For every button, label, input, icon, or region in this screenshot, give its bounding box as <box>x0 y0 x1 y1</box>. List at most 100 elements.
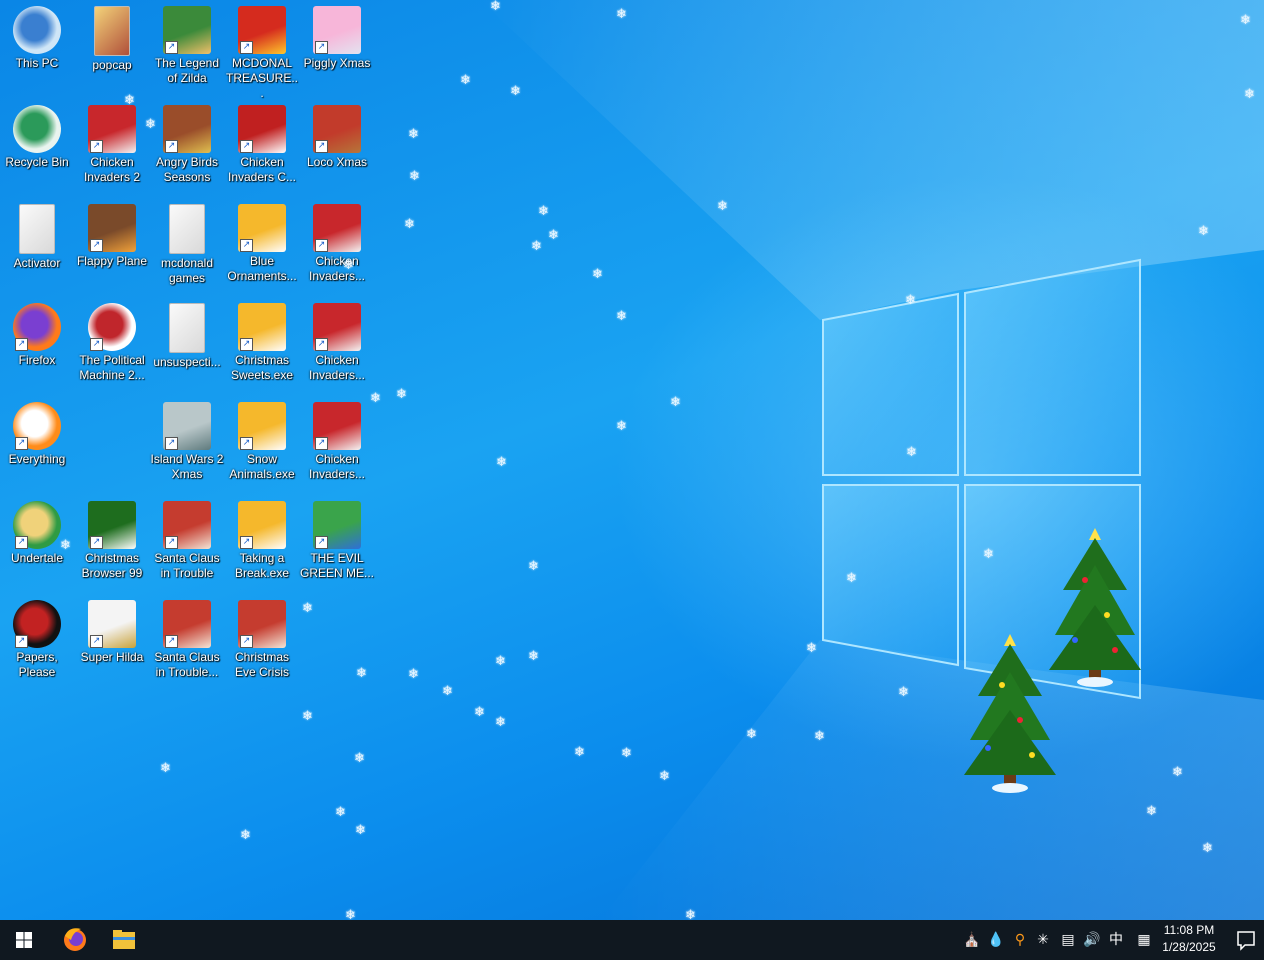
snowflake: ❄ <box>396 387 407 402</box>
taskbar-firefox[interactable] <box>51 920 99 960</box>
desktop-icon[interactable]: ↗ Papers, Please <box>0 596 74 692</box>
desktop-icon[interactable]: ↗ Santa Claus in Trouble... <box>150 596 224 692</box>
desktop-icon-label: Santa Claus in Trouble... <box>154 650 220 679</box>
puzzle-icon: ↗ <box>238 303 286 351</box>
shortcut-arrow-icon: ↗ <box>240 140 253 153</box>
chicken-icon: ↗ <box>313 204 361 252</box>
desktop-icon[interactable]: Recycle Bin <box>0 101 74 197</box>
desktop-icon[interactable]: ↗ Christmas Sweets.exe <box>225 299 299 395</box>
desktop-icon[interactable]: ↗ Super Hilda <box>75 596 149 692</box>
snowflake: ❄ <box>343 258 354 273</box>
snowflake: ❄ <box>240 828 251 843</box>
desktop-icon[interactable]: ↗ Island Wars 2 Xmas <box>150 398 224 494</box>
snowflake: ❄ <box>983 547 994 562</box>
desktop-icon[interactable]: ↗ The Political Machine 2... <box>75 299 149 395</box>
snowflake: ❄ <box>409 169 420 184</box>
shortcut-arrow-icon: ↗ <box>15 437 28 450</box>
ime-mode-icon[interactable]: ▦ <box>1133 930 1155 950</box>
taskbar-clock[interactable]: 11:08 PM 1/28/2025 <box>1154 922 1224 956</box>
snowflake: ❄ <box>510 84 521 99</box>
snowflake: ❄ <box>905 293 916 308</box>
undertale-icon: ↗ <box>13 501 61 549</box>
desktop-icon[interactable]: mcdonald games <box>150 200 224 296</box>
desktop-icon-label: The Legend of Zilda <box>154 56 220 85</box>
shortcut-arrow-icon: ↗ <box>315 437 328 450</box>
desktop-icon[interactable]: ↗ The Legend of Zilda <box>150 2 224 98</box>
desktop-icon[interactable]: unsuspecti... <box>150 299 224 395</box>
desktop-icon[interactable]: ↗ Chicken Invaders... <box>300 299 374 395</box>
snowflake: ❄ <box>496 455 507 470</box>
snowflake: ❄ <box>60 538 71 553</box>
snowflake: ❄ <box>616 309 627 324</box>
messenger-icon: ↗ <box>313 501 361 549</box>
shortcut-arrow-icon: ↗ <box>15 536 28 549</box>
desktop-icon-label: Snow Animals.exe <box>229 452 295 481</box>
desktop-icon[interactable]: ↗ Loco Xmas <box>300 101 374 197</box>
desktop-icon[interactable]: ↗ MCDONAL TREASURE... <box>225 2 299 100</box>
snowflake: ❄ <box>746 727 757 742</box>
desktop-icon[interactable]: ↗ Firefox <box>0 299 74 395</box>
desktop-icon-label: THE EVIL GREEN ME... <box>300 551 375 580</box>
desktop-icon-label: Chicken Invaders 2 <box>83 155 141 184</box>
desktop-icon[interactable]: Activator <box>0 200 74 296</box>
snowflake: ❄ <box>442 684 453 699</box>
droplet-icon[interactable]: 💧 <box>985 930 1007 950</box>
recycle-bin-icon <box>13 105 61 153</box>
this-pc-icon <box>13 6 61 54</box>
shortcut-arrow-icon: ↗ <box>240 536 253 549</box>
snowflake: ❄ <box>846 571 857 586</box>
shortcut-arrow-icon: ↗ <box>165 437 178 450</box>
puzzle-icon: ↗ <box>238 204 286 252</box>
taskbar: ⛪ 💧 ⚲ ✳ ▤ 🔊 中 ▦ 11:08 PM 1/28/2025 <box>0 920 1264 960</box>
desktop-icon[interactable]: ↗ Blue Ornaments... <box>225 200 299 296</box>
desktop-icon[interactable]: ↗ Chicken Invaders... <box>300 200 374 296</box>
papers-please-icon: ↗ <box>13 600 61 648</box>
firefox-taskbar-icon <box>64 928 86 951</box>
desktop-icon[interactable]: ↗ Flappy Plane <box>75 200 149 296</box>
desktop-icon[interactable]: ↗ Santa Claus in Trouble <box>150 497 224 593</box>
snowflake: ❄ <box>495 654 506 669</box>
desktop-icon[interactable]: ↗ Everything <box>0 398 74 494</box>
snowflake: ❄ <box>616 7 627 22</box>
desktop-icon[interactable]: ↗ Chicken Invaders... <box>300 398 374 494</box>
volume-icon[interactable]: 🔊 <box>1081 930 1103 950</box>
taskbar-file-explorer[interactable] <box>100 920 148 960</box>
snowflake: ❄ <box>574 745 585 760</box>
action-center-button[interactable] <box>1228 920 1264 960</box>
snowflake: ❄ <box>495 715 506 730</box>
shortcut-arrow-icon: ↗ <box>315 41 328 54</box>
snowflake: ❄ <box>408 667 419 682</box>
people-icon[interactable]: ⛪ <box>961 930 983 950</box>
desktop-icon[interactable]: ↗ Chicken Invaders 2 <box>75 101 149 197</box>
desktop-icon[interactable]: ↗ Christmas Browser 99 <box>75 497 149 593</box>
snowflake: ❄ <box>335 805 346 820</box>
desktop-icon[interactable]: ↗ Snow Animals.exe <box>225 398 299 494</box>
start-button[interactable] <box>0 920 48 960</box>
bluetooth-icon[interactable]: ✳ <box>1032 930 1054 950</box>
desktop-icon[interactable]: ↗ Chicken Invaders C... <box>225 101 299 197</box>
desktop-icon[interactable]: ↗ Angry Birds Seasons <box>150 101 224 197</box>
snowflake: ❄ <box>548 228 559 243</box>
desktop-icon-label: Chicken Invaders C... <box>227 155 297 184</box>
santa-icon: ↗ <box>163 501 211 549</box>
desktop-icon[interactable]: This PC <box>0 2 74 98</box>
shortcut-arrow-icon: ↗ <box>315 140 328 153</box>
santa-icon: ↗ <box>238 600 286 648</box>
desktop-icon-label: mcdonald games <box>160 256 214 285</box>
desktop-icon[interactable]: ↗ Piggly Xmas <box>300 2 374 98</box>
desktop-icon[interactable]: ↗ Christmas Eve Crisis <box>225 596 299 692</box>
plane-icon: ↗ <box>88 204 136 252</box>
network-icon[interactable]: ▤ <box>1057 930 1079 950</box>
ime-indicator[interactable]: 中 <box>1105 930 1127 950</box>
chicken-icon: ↗ <box>88 105 136 153</box>
snowflake: ❄ <box>806 641 817 656</box>
desktop-icon[interactable]: popcap <box>75 2 149 98</box>
everything-search-icon[interactable]: ⚲ <box>1009 930 1031 950</box>
chicken-icon: ↗ <box>313 303 361 351</box>
snowflake: ❄ <box>616 419 627 434</box>
desktop-icon[interactable]: ↗ Taking a Break.exe <box>225 497 299 593</box>
file-explorer-taskbar-icon <box>113 930 135 949</box>
desktop[interactable]: This PC popcap ↗ The Legend of Zilda ↗ MCDONA… <box>0 0 1264 920</box>
desktop-icon[interactable]: ↗ THE EVIL GREEN ME... <box>300 497 374 593</box>
game-icon: ↗ <box>163 6 211 54</box>
